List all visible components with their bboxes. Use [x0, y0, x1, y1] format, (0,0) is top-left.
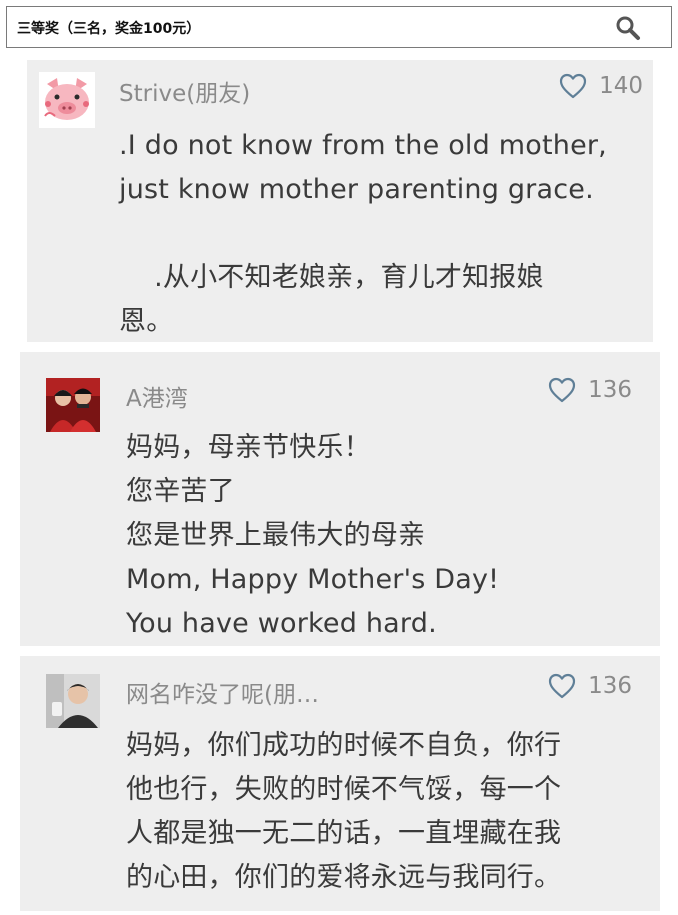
comment-card: Strive(朋友) 140 .I do not know from the o… [27, 60, 653, 342]
comment-line: 恩。 [119, 306, 174, 337]
comment-card: A港湾 136 妈妈，母亲节快乐！ 您辛苦了 您是世界上最伟大的母亲 Mom, … [20, 352, 660, 646]
comment-username[interactable]: Strive(朋友) [119, 74, 250, 108]
couple-photo-avatar-icon [46, 378, 100, 432]
search-icon[interactable] [615, 15, 641, 41]
person-photo-avatar[interactable] [46, 674, 100, 728]
comment-line: 他也行，失败的时候不气馁，每一个 [126, 774, 562, 805]
comment-line: 妈妈，母亲节快乐！ [126, 432, 371, 463]
like-button[interactable]: 140 [559, 73, 643, 99]
pig-avatar-icon [39, 72, 95, 128]
like-button[interactable]: 136 [548, 377, 632, 403]
comment-line: 您辛苦了 [126, 476, 235, 507]
comment-text: 妈妈，母亲节快乐！ 您辛苦了 您是世界上最伟大的母亲 Mom, Happy Mo… [126, 426, 499, 646]
comment-line: Mom, Happy Mother's Day! [126, 564, 500, 595]
search-bar[interactable]: 三等奖（三名，奖金100元） [6, 6, 672, 48]
couple-photo-avatar[interactable] [46, 378, 100, 432]
heart-icon [548, 673, 576, 699]
comment-line: .I do not know from the old mother, [119, 130, 607, 161]
comment-username[interactable]: A港湾 [126, 379, 188, 413]
comment-line: 您是世界上最伟大的母亲 [126, 520, 426, 551]
comment-line: 的心田，你们的爱将永远与我同行。 [126, 862, 562, 893]
comment-line [119, 212, 607, 256]
comment-line: 人都是独一无二的话，一直埋藏在我 [126, 818, 562, 849]
like-count: 136 [588, 673, 632, 699]
like-button[interactable]: 136 [548, 673, 632, 699]
comment-line: just know mother parenting grace. [119, 174, 594, 205]
comment-username[interactable]: 网名咋没了呢(朋… [126, 675, 319, 709]
like-count: 136 [588, 377, 632, 403]
comment-line: 妈妈，你们成功的时候不自负，你行 [126, 730, 562, 761]
like-count: 140 [599, 73, 643, 99]
comment-line: .从小不知老娘亲，育儿才知报娘 [119, 262, 544, 293]
heart-icon [559, 73, 587, 99]
comment-line: You have worked hard. [126, 608, 437, 639]
comment-text: 妈妈，你们成功的时候不自负，你行 他也行，失败的时候不气馁，每一个 人都是独一无… [126, 724, 561, 900]
comment-text: .I do not know from the old mother, just… [119, 124, 607, 344]
heart-icon [548, 377, 576, 403]
comment-card: 网名咋没了呢(朋… 136 妈妈，你们成功的时候不自负，你行 他也行，失败的时候… [20, 656, 660, 911]
person-photo-avatar-icon [46, 674, 100, 728]
pig-avatar[interactable] [39, 72, 95, 128]
search-query-text: 三等奖（三名，奖金100元） [17, 21, 201, 37]
